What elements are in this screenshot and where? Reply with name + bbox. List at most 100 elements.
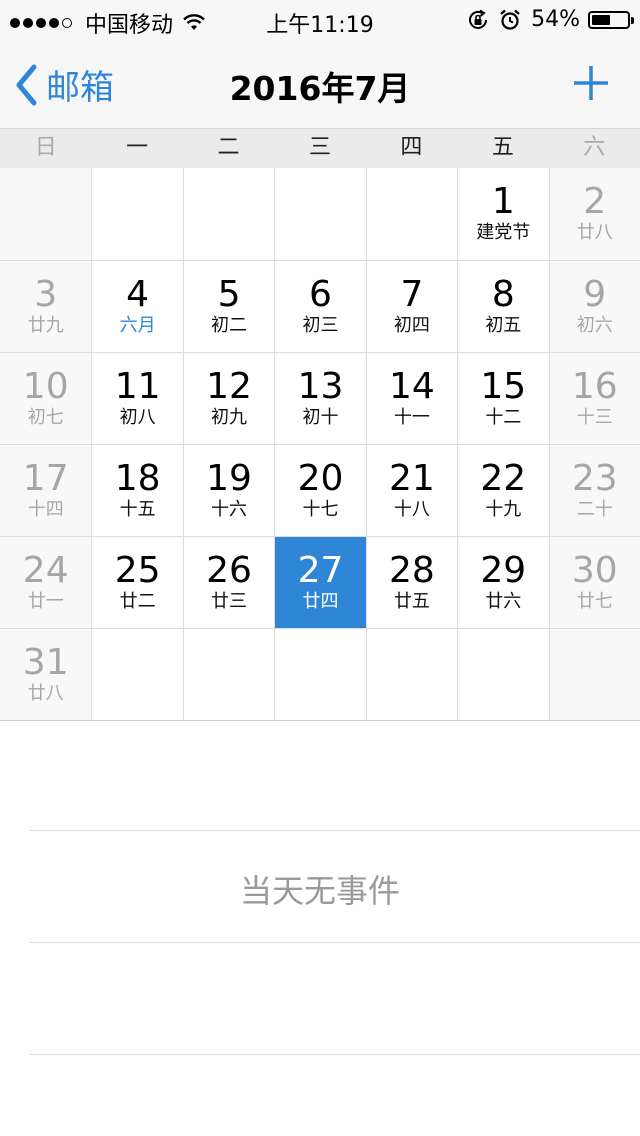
rotation-lock-icon [467,9,489,31]
day-cell[interactable]: 31 廿八 [0,629,92,720]
day-number: 14 [388,366,435,407]
day-cell[interactable]: 20 十七 [274,445,365,536]
day-number: 8 [491,274,515,315]
divider [30,830,640,831]
day-cell[interactable]: 28 廿五 [365,537,457,628]
lunar-label: 十三 [576,407,613,428]
lunar-label: 初六 [576,315,613,336]
lunar-label: 廿八 [27,683,64,704]
calendar-week-row: 31 廿八 [0,628,640,720]
lunar-label: 十二 [485,407,522,428]
lunar-label: 初十 [302,407,339,428]
day-number: 16 [571,366,618,407]
empty-cell [365,629,457,720]
day-cell[interactable]: 11 初八 [91,353,182,444]
lunar-label: 廿一 [27,591,64,612]
lunar-label: 十四 [27,499,64,520]
day-number: 18 [114,458,161,499]
lunar-label: 廿二 [119,591,156,612]
alarm-icon [499,9,521,31]
day-number: 11 [114,366,161,407]
weekday-label: 六 [583,135,606,160]
day-cell[interactable]: 22 十九 [457,445,548,536]
day-cell[interactable]: 13 初十 [274,353,365,444]
day-cell[interactable]: 8 初五 [457,261,548,352]
lunar-label: 十八 [393,499,430,520]
empty-cell [548,629,640,720]
day-number: 2 [583,181,607,222]
empty-cell [91,629,182,720]
lunar-label: 六月 [119,315,156,336]
lunar-label: 十六 [211,499,248,520]
lunar-label: 廿七 [576,591,613,612]
day-cell[interactable]: 6 初三 [274,261,365,352]
calendar-grid: 1 建党节 2 廿八 3 廿九 4 六月 5 初二 6 初三 7 初四 8 初五 9 初六 10 初七 11 初八 12 初九… [0,168,640,721]
lunar-label: 廿六 [485,591,522,612]
day-cell[interactable]: 19 十六 [182,445,274,536]
day-cell[interactable]: 21 十八 [365,445,457,536]
day-number: 13 [297,366,344,407]
battery-percent: 54% [531,7,580,32]
lunar-label: 初九 [211,407,248,428]
weekday-label: 四 [400,135,423,160]
lunar-label: 廿四 [302,591,339,612]
day-cell[interactable]: 26 廿三 [182,537,274,628]
day-cell[interactable]: 30 廿七 [548,537,640,628]
navigation-bar: 邮箱 2016年7月 [0,40,640,128]
empty-cell [0,168,92,260]
empty-cell [91,168,182,260]
day-cell[interactable]: 24 廿一 [0,537,92,628]
empty-cell [274,168,365,260]
day-cell[interactable]: 16 十三 [548,353,640,444]
day-number: 4 [126,274,150,315]
day-cell[interactable]: 29 廿六 [457,537,548,628]
day-number: 28 [388,550,435,591]
day-number: 21 [388,458,435,499]
day-number: 6 [309,274,332,315]
day-cell[interactable]: 17 十四 [0,445,92,536]
day-number: 9 [583,274,607,315]
day-number: 3 [34,274,58,315]
calendar-week-row: 17 十四 18 十五 19 十六 20 十七 21 十八 22 十九 23 二十 [0,444,640,536]
battery-icon [588,10,634,29]
empty-cell [457,629,548,720]
day-cell[interactable]: 12 初九 [182,353,274,444]
day-number: 25 [114,550,161,591]
day-cell[interactable]: 23 二十 [548,445,640,536]
page-title: 2016年7月 [229,69,411,108]
lunar-label: 初五 [485,315,522,336]
lunar-label: 初二 [211,315,248,336]
day-number: 17 [22,458,69,499]
status-bar: 中国移动 上午11:19 54% [0,0,640,40]
empty-cell [365,168,457,260]
day-cell[interactable]: 3 廿九 [0,261,92,352]
day-cell[interactable]: 1 建党节 [457,168,548,260]
calendar-week-row: 10 初七 11 初八 12 初九 13 初十 14 十一 15 十二 16 十三 [0,352,640,444]
lunar-label: 十七 [302,499,339,520]
day-cell[interactable]: 5 初二 [182,261,274,352]
lunar-label: 二十 [576,499,613,520]
lunar-label: 初七 [27,407,64,428]
day-cell[interactable]: 2 廿八 [548,168,640,260]
day-number: 27 [297,550,344,591]
day-cell[interactable]: 7 初四 [365,261,457,352]
day-cell[interactable]: 18 十五 [91,445,182,536]
day-number: 20 [297,458,344,499]
empty-cell [274,629,365,720]
lunar-label: 十五 [119,499,156,520]
weekday-label: 一 [126,135,149,160]
day-cell-selected[interactable]: 27 廿四 [274,537,366,628]
day-cell[interactable]: 14 十一 [365,353,457,444]
add-event-button[interactable] [572,64,610,106]
day-cell[interactable]: 4 六月 [91,261,182,352]
lunar-label: 廿五 [393,591,430,612]
day-number: 30 [571,550,618,591]
calendar-week-row: 3 廿九 4 六月 5 初二 6 初三 7 初四 8 初五 9 初六 [0,260,640,352]
day-cell[interactable]: 10 初七 [0,353,92,444]
day-cell[interactable]: 25 廿二 [91,537,182,628]
day-cell[interactable]: 15 十二 [457,353,548,444]
day-number: 15 [480,366,527,407]
day-number: 10 [22,366,69,407]
day-cell[interactable]: 9 初六 [548,261,640,352]
battery-fill [592,14,611,25]
